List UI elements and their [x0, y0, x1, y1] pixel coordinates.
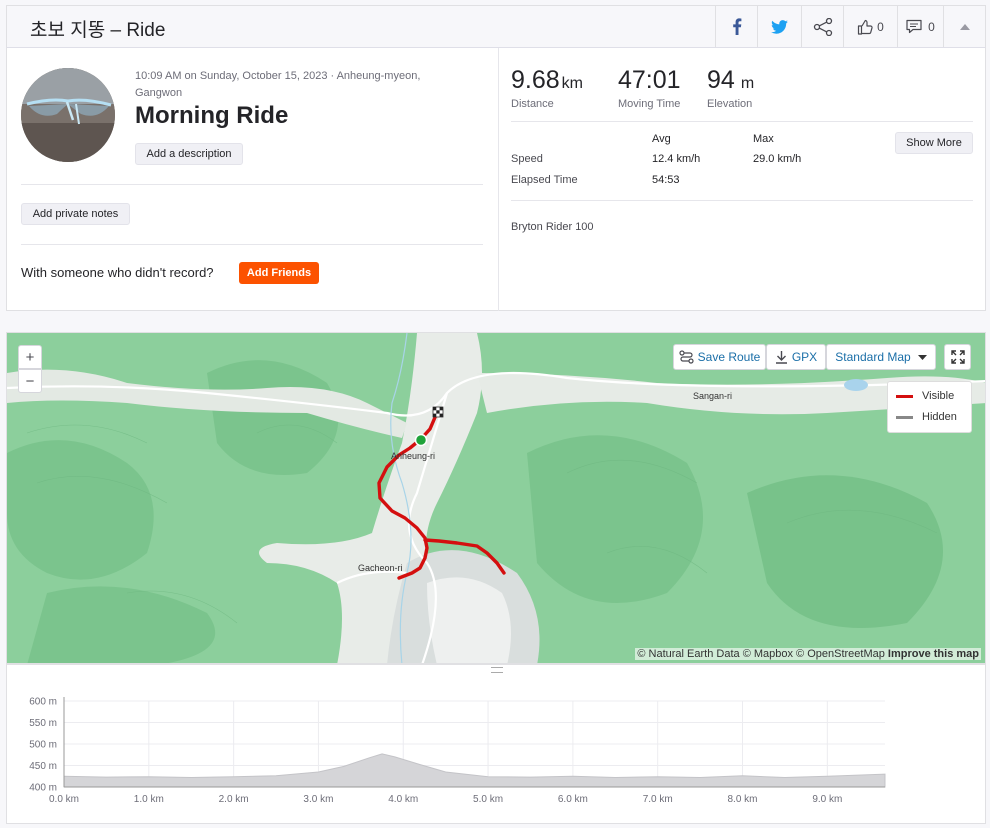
- comment-icon: [906, 19, 922, 34]
- legend-visible: Visible: [896, 390, 954, 402]
- thumbs-up-icon: [858, 19, 873, 35]
- save-route-label: Save Route: [697, 350, 761, 364]
- attribution-text: © Natural Earth Data © Mapbox © OpenStre…: [637, 648, 885, 660]
- twitter-share-button[interactable]: [757, 6, 801, 47]
- x-tick-label: 2.0 km: [219, 794, 249, 805]
- place-label-anheung-ri: Anheung-ri: [391, 451, 436, 461]
- download-icon: [775, 351, 787, 364]
- distance-label: Distance: [511, 98, 554, 110]
- device-name: Bryton Rider 100: [511, 221, 594, 233]
- legend-hidden-label: Hidden: [922, 411, 957, 423]
- comments-button[interactable]: 0: [897, 6, 943, 47]
- facebook-share-button[interactable]: [715, 6, 757, 47]
- distance-unit: km: [561, 75, 583, 92]
- map-style-dropdown[interactable]: Standard Map: [826, 344, 936, 370]
- activity-date-location: 10:09 AM on Sunday, October 15, 2023 · A…: [135, 70, 421, 99]
- chevron-down-icon: [917, 354, 927, 360]
- max-header: Max: [753, 133, 774, 145]
- elevation-area: [63, 753, 886, 788]
- elapsed-time-value: 54:53: [652, 174, 680, 186]
- share-icon: [813, 17, 832, 36]
- legend-hidden: Hidden: [896, 411, 957, 423]
- with-someone-text: With someone who didn't record?: [21, 265, 214, 280]
- collapse-button[interactable]: [943, 6, 986, 47]
- avg-header: Avg: [652, 133, 671, 145]
- athlete-avatar[interactable]: [21, 68, 115, 162]
- card-divider: [498, 48, 499, 311]
- legend-hidden-swatch: [896, 415, 913, 419]
- x-tick-label: 4.0 km: [388, 794, 418, 805]
- zoom-out-button[interactable]: −: [18, 369, 42, 393]
- speed-max: 29.0 km/h: [753, 153, 802, 165]
- y-tick-label: 600 m: [29, 697, 57, 708]
- route-start-marker: [414, 433, 428, 447]
- twitter-icon: [771, 19, 788, 34]
- add-private-notes-button[interactable]: Add private notes: [21, 203, 130, 225]
- x-tick-label: 6.0 km: [558, 794, 588, 805]
- activity-summary-card: 10:09 AM on Sunday, October 15, 2023 · A…: [6, 48, 986, 311]
- map-style-label: Standard Map: [835, 350, 911, 364]
- elevation-value: 94: [707, 66, 735, 94]
- comment-count: 0: [928, 19, 935, 34]
- y-tick-label: 500 m: [29, 740, 57, 751]
- kudos-button[interactable]: 0: [843, 6, 897, 47]
- place-label-sangan-ri: Sangan-ri: [693, 391, 733, 401]
- activity-title: Morning Ride: [135, 102, 289, 129]
- route-finish-flag: [432, 406, 444, 418]
- improve-map-link[interactable]: Improve this map: [888, 648, 979, 660]
- x-tick-label: 3.0 km: [303, 794, 333, 805]
- route-legend: Visible Hidden: [887, 381, 972, 433]
- fullscreen-button[interactable]: [944, 344, 971, 370]
- y-tick-label: 400 m: [29, 783, 57, 794]
- stats-divider: [511, 200, 973, 201]
- show-more-button[interactable]: Show More: [895, 132, 973, 154]
- elevation-panel: 600 m 550 m 500 m 450 m 400 m 0.0 km 1.0 km 2.0…: [6, 664, 986, 824]
- zoom-in-button[interactable]: +: [18, 345, 42, 369]
- kudos-count: 0: [877, 19, 884, 34]
- map-attribution: © Natural Earth Data © Mapbox © OpenStre…: [635, 648, 981, 660]
- save-route-button[interactable]: Save Route: [673, 344, 766, 370]
- x-tick-label: 0.0 km: [49, 794, 79, 805]
- x-tick-label: 7.0 km: [643, 794, 673, 805]
- chevron-up-icon: [960, 23, 970, 30]
- add-friends-button[interactable]: Add Friends: [239, 262, 319, 284]
- add-description-button[interactable]: Add a description: [135, 143, 243, 165]
- legend-visible-swatch: [896, 394, 913, 398]
- page-title: 초보 지똥 – Ride: [30, 20, 166, 41]
- route-line: [377, 406, 506, 580]
- distance-value: 9.68: [511, 66, 560, 94]
- legend-visible-label: Visible: [922, 390, 955, 402]
- moving-time-value: 47:01: [618, 66, 681, 94]
- y-tick-label: 450 m: [29, 761, 57, 772]
- moving-time-label: Moving Time: [618, 98, 681, 110]
- facebook-icon: [732, 18, 741, 35]
- gpx-label: GPX: [791, 350, 818, 364]
- elapsed-time-label: Elapsed Time: [511, 174, 578, 186]
- route-icon: [679, 350, 694, 364]
- x-tick-label: 1.0 km: [134, 794, 164, 805]
- x-tick-label: 8.0 km: [728, 794, 758, 805]
- route-map[interactable]: Sangan-ri Anheung-ri Gacheon-ri + − Save…: [6, 332, 986, 664]
- x-tick-label: 9.0 km: [812, 794, 842, 805]
- speed-avg: 12.4 km/h: [652, 153, 701, 165]
- x-tick-label: 5.0 km: [473, 794, 503, 805]
- share-button[interactable]: [801, 6, 843, 47]
- elevation-stat: 94 m: [707, 66, 754, 95]
- speed-label: Speed: [511, 153, 543, 165]
- elevation-unit: m: [740, 75, 755, 92]
- elevation-chart: 600 m 550 m 500 m 450 m 400 m0.0 km 1.0 km 2.0…: [29, 697, 886, 805]
- place-label-gacheon-ri: Gacheon-ri: [358, 563, 403, 573]
- expand-icon: [950, 350, 965, 364]
- distance-stat: 9.68 km: [511, 66, 583, 95]
- elevation-label: Elevation: [707, 98, 753, 110]
- activity-header: 초보 지똥 – Ride 0 0: [6, 5, 986, 48]
- y-tick-label: 550 m: [29, 718, 57, 729]
- stats-divider: [511, 121, 973, 122]
- avatar-photo: [21, 68, 115, 162]
- gpx-download-button[interactable]: GPX: [766, 344, 826, 370]
- section-divider: [21, 244, 483, 245]
- section-divider: [21, 184, 483, 185]
